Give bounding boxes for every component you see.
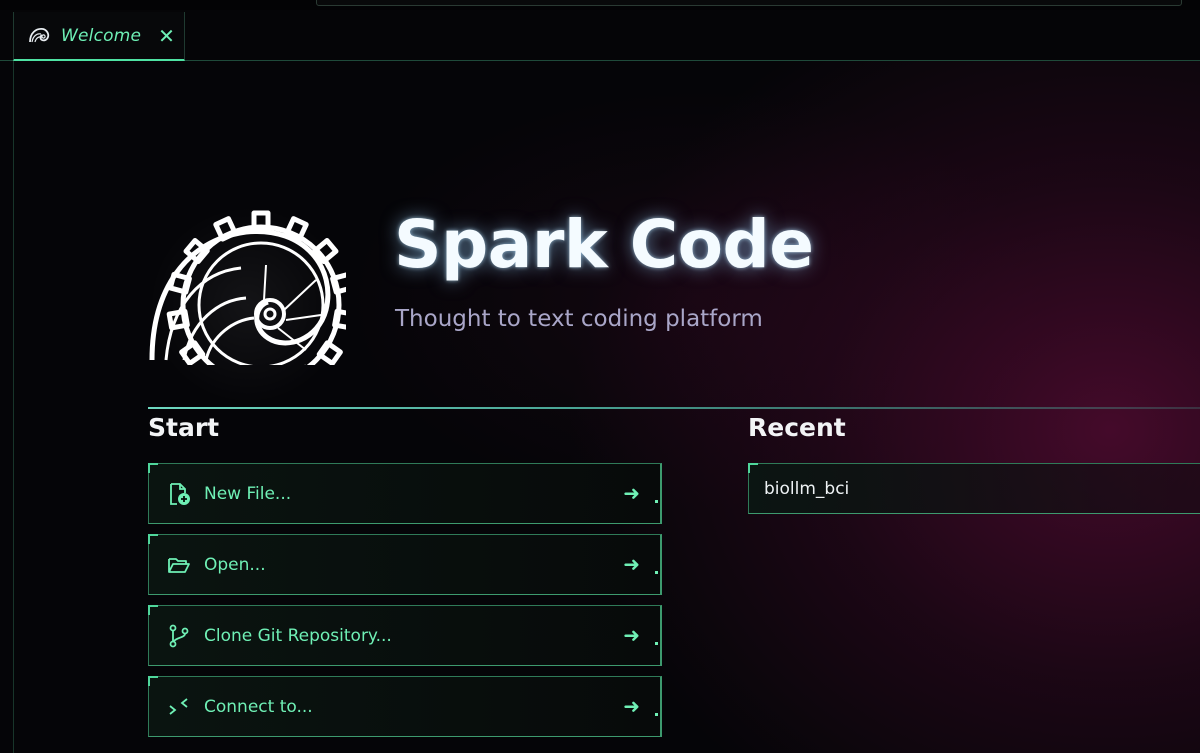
page-title: Spark Code (394, 206, 814, 283)
arrow-right-icon: ➜ (623, 481, 640, 505)
clone-git-repository-button[interactable]: Clone Git Repository... ➜ (148, 605, 662, 666)
spark-logo-icon (29, 27, 50, 42)
recent-heading: Recent (748, 413, 846, 442)
git-branch-icon (169, 624, 189, 647)
title-bar (0, 0, 1200, 10)
recent-item[interactable]: biollm_bci (748, 463, 1200, 514)
folder-open-icon (168, 557, 190, 573)
remote-connect-icon (169, 697, 188, 715)
start-heading: Start (148, 413, 220, 442)
corner-marker (655, 500, 658, 503)
corner-marker (655, 642, 658, 645)
action-label: Open... (204, 554, 266, 575)
recent-item-label: biollm_bci (764, 478, 850, 499)
action-label: Connect to... (204, 696, 313, 717)
header-divider (148, 407, 1200, 409)
arrow-right-icon: ➜ (623, 694, 640, 718)
close-icon[interactable]: ✕ (158, 26, 175, 46)
new-file-button[interactable]: New File... ➜ (148, 463, 662, 524)
editor-tab-bar: Welcome ✕ (0, 10, 1200, 61)
page-subtitle: Thought to text coding platform (395, 306, 763, 332)
tab-welcome[interactable]: Welcome ✕ (13, 12, 185, 61)
new-file-icon (170, 482, 190, 505)
action-label: New File... (204, 483, 292, 504)
command-center-bar[interactable] (316, 0, 1182, 6)
arrow-right-icon: ➜ (623, 552, 640, 576)
activity-bar-edge (13, 61, 14, 753)
app-window: Welcome ✕ Spark Code Thought to text cod… (0, 0, 1200, 753)
corner-marker (655, 713, 658, 716)
open-button[interactable]: Open... ➜ (148, 534, 662, 595)
spark-logo-icon (149, 210, 346, 365)
corner-marker (655, 571, 658, 574)
action-label: Clone Git Repository... (204, 625, 392, 646)
connect-to-button[interactable]: Connect to... ➜ (148, 676, 662, 737)
arrow-right-icon: ➜ (623, 623, 640, 647)
tab-label: Welcome (61, 25, 142, 46)
